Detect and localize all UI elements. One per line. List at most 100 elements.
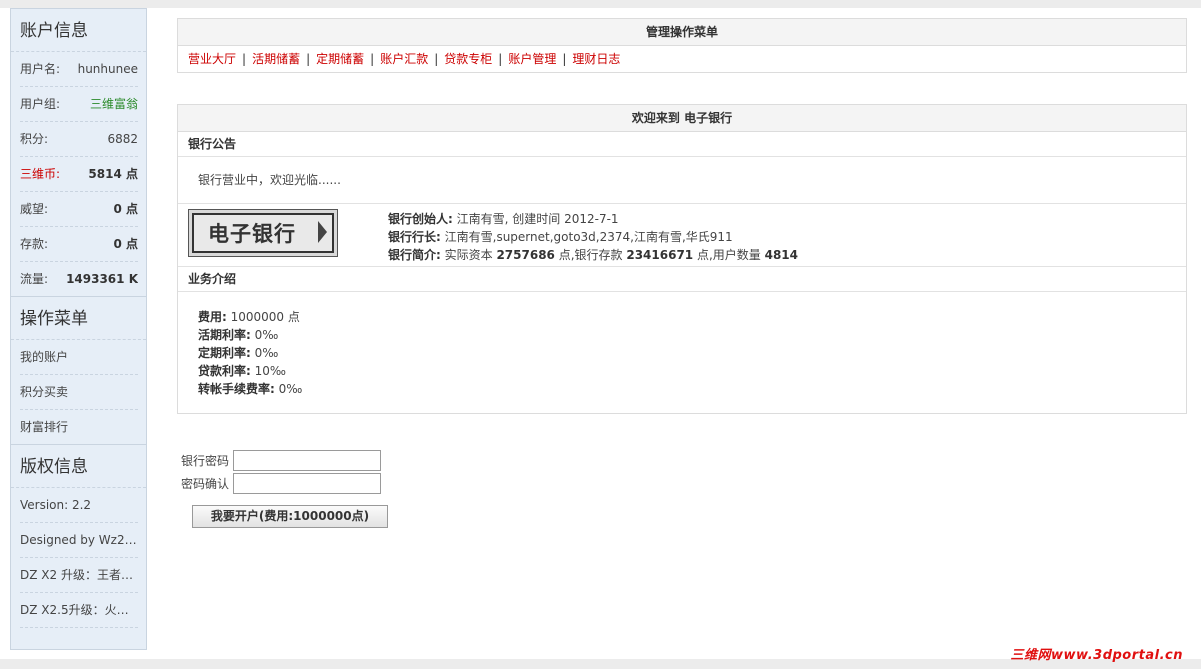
biz-label: 定期利率:: [198, 346, 251, 360]
intro-capital: 2757686: [496, 248, 555, 262]
copyright-text: Designed by Wz200...: [20, 533, 138, 547]
menu-separator: |: [434, 52, 439, 66]
biz-label: 费用:: [198, 310, 227, 324]
menu-separator: |: [370, 52, 375, 66]
operation-menu-title: 操作菜单: [11, 297, 146, 340]
menu-item-fixed-savings[interactable]: 定期储蓄: [316, 52, 364, 66]
points-label: 积分:: [20, 132, 49, 146]
menu-separator: |: [562, 52, 567, 66]
open-account-button[interactable]: 我要开户(费用:1000000点): [192, 505, 388, 528]
sidebar-row-traffic: 流量: 1493361 K: [20, 262, 138, 296]
biz-value: 0‰: [274, 382, 303, 396]
username-value: hunhunee: [77, 62, 138, 76]
founder-line: 银行创始人: 江南有雪, 创建时间 2012-7-1: [388, 210, 798, 228]
traffic-label: 流量:: [20, 272, 49, 286]
prestige-value: 0 点: [113, 202, 138, 216]
copyright-text: Version: 2.2: [20, 498, 92, 512]
notice-text: 银行营业中，欢迎光临......: [178, 157, 1186, 204]
sidebar: 账户信息 用户名: hunhunee 用户组: 三维富翁 积分: 6882 三维…: [10, 8, 147, 650]
intro-deposit: 23416671: [626, 248, 694, 262]
bank-logo: 电子银行: [188, 209, 338, 257]
copyright-version: Version: 2.2: [20, 488, 138, 523]
menu-separator: |: [242, 52, 247, 66]
bank-info-text: 银行创始人: 江南有雪, 创建时间 2012-7-1 银行行长: 江南有雪,su…: [388, 210, 798, 264]
usergroup-label: 用户组:: [20, 97, 61, 111]
sidebar-item-points-trade[interactable]: 积分买卖: [20, 375, 138, 410]
confirm-label: 密码确认: [181, 477, 230, 491]
menu-item-loans[interactable]: 贷款专柜: [444, 52, 492, 66]
biz-fixed-rate: 定期利率: 0‰: [198, 344, 1166, 362]
intro-users: 4814: [764, 248, 799, 262]
coins-value: 5814 点: [88, 167, 138, 181]
biz-value: 10‰: [250, 364, 286, 378]
menu-item-demand-savings[interactable]: 活期储蓄: [252, 52, 300, 66]
president-value: 江南有雪,supernet,goto3d,2374,江南有雪,华氏911: [440, 230, 733, 244]
intro-mid: 点,银行存款: [554, 248, 627, 262]
biz-fee: 费用: 1000000 点: [198, 308, 1166, 326]
password-row: 银行密码: [181, 449, 381, 472]
sidebar-row-usergroup: 用户组: 三维富翁: [20, 87, 138, 122]
prestige-label: 威望:: [20, 202, 49, 216]
welcome-title: 欢迎来到 电子银行: [178, 105, 1186, 132]
sidebar-item-wealth-rank[interactable]: 财富排行: [20, 410, 138, 444]
menu-item-account-management[interactable]: 账户管理: [508, 52, 556, 66]
biz-demand-rate: 活期利率: 0‰: [198, 326, 1166, 344]
account-info-title: 账户信息: [11, 9, 146, 52]
bank-logo-plate: 电子银行: [192, 213, 334, 253]
copyright-dzx25: DZ X2.5升级：火舞...: [20, 593, 138, 628]
sidebar-row-username: 用户名: hunhunee: [20, 52, 138, 87]
intro-mid2: 点,用户数量: [693, 248, 765, 262]
biz-transfer-fee: 转帐手续费率: 0‰: [198, 380, 1166, 398]
copyright-designer: Designed by Wz200...: [20, 523, 138, 558]
biz-value: 0‰: [250, 346, 279, 360]
confirm-password-field[interactable]: [233, 473, 381, 494]
biz-value: 1000000 点: [226, 310, 300, 324]
sidebar-item-my-account[interactable]: 我的账户: [20, 340, 138, 375]
points-value: 6882: [107, 132, 138, 146]
president-line: 银行行长: 江南有雪,supernet,goto3d,2374,江南有雪,华氏9…: [388, 228, 798, 246]
copyright-dzx2: DZ X2 升级：王者の...: [20, 558, 138, 593]
sidebar-row-points: 积分: 6882: [20, 122, 138, 157]
menu-item-lobby[interactable]: 营业大厅: [188, 52, 236, 66]
welcome-panel: 欢迎来到 电子银行 银行公告 银行营业中，欢迎光临...... 电子银行 银行创…: [177, 104, 1187, 414]
confirm-row: 密码确认: [181, 472, 381, 495]
deposit-label: 存款:: [20, 237, 49, 251]
admin-menu-title: 管理操作菜单: [178, 19, 1186, 46]
menu-separator: |: [498, 52, 503, 66]
arrow-right-icon: [318, 221, 327, 243]
sidebar-row-prestige: 威望: 0 点: [20, 192, 138, 227]
admin-menu-panel: 管理操作菜单 营业大厅 | 活期储蓄 | 定期储蓄 | 账户汇款 | 贷款专柜 | 账户管理 | 理财日…: [177, 18, 1187, 73]
notice-title: 银行公告: [178, 132, 1186, 157]
biz-label: 活期利率:: [198, 328, 251, 342]
sidebar-item-label: 财富排行: [20, 420, 69, 434]
founder-label: 银行创始人:: [388, 212, 453, 226]
usergroup-value: 三维富翁: [89, 97, 138, 111]
traffic-value: 1493361 K: [66, 272, 138, 286]
admin-menu-bar: 营业大厅 | 活期储蓄 | 定期储蓄 | 账户汇款 | 贷款专柜 | 账户管理 | 理财日志: [178, 46, 1186, 72]
biz-label: 贷款利率:: [198, 364, 251, 378]
menu-item-remittance[interactable]: 账户汇款: [380, 52, 428, 66]
open-account-form: 银行密码 密码确认 我要开户(费用:1000000点): [181, 449, 388, 528]
intro-line: 银行简介: 实际资本 2757686 点,银行存款 23416671 点,用户数…: [388, 246, 798, 264]
deposit-value: 0 点: [113, 237, 138, 251]
copyright-title: 版权信息: [11, 445, 146, 488]
sidebar-row-deposit: 存款: 0 点: [20, 227, 138, 262]
username-label: 用户名:: [20, 62, 61, 76]
copyright-text: DZ X2 升级：王者の...: [20, 568, 138, 582]
password-field[interactable]: [233, 450, 381, 471]
menu-separator: |: [306, 52, 311, 66]
biz-label: 转帐手续费率:: [198, 382, 275, 396]
president-label: 银行行长:: [388, 230, 441, 244]
sidebar-item-label: 我的账户: [20, 350, 69, 364]
site-watermark: 三维网www.3dportal.cn: [1010, 648, 1183, 663]
intro-label: 银行简介:: [388, 248, 441, 262]
biz-value: 0‰: [250, 328, 279, 342]
business-title: 业务介绍: [178, 267, 1186, 292]
copyright-text: DZ X2.5升级：火舞...: [20, 603, 138, 617]
menu-item-finance-log[interactable]: 理财日志: [572, 52, 620, 66]
coins-label: 三维币:: [20, 167, 61, 181]
business-list: 费用: 1000000 点 活期利率: 0‰ 定期利率: 0‰ 贷款利率: 10…: [178, 292, 1186, 410]
biz-loan-rate: 贷款利率: 10‰: [198, 362, 1166, 380]
sidebar-item-label: 积分买卖: [20, 385, 69, 399]
password-label: 银行密码: [181, 454, 230, 468]
